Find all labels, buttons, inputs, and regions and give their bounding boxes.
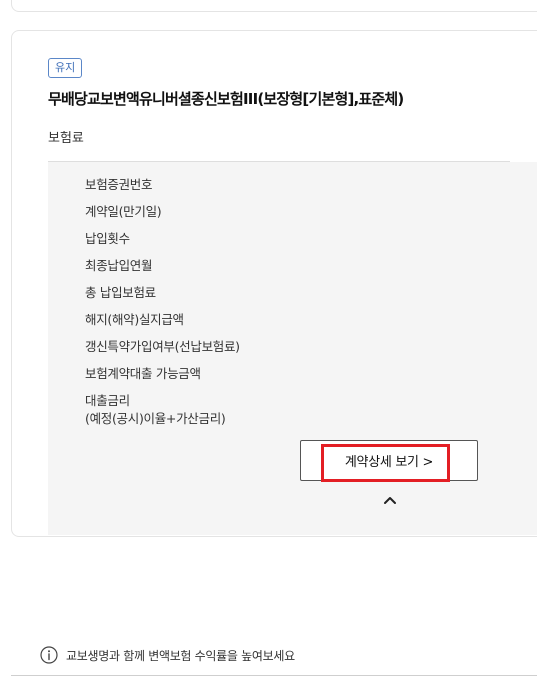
chevron-up-icon (384, 497, 396, 504)
detail-surrender-value: 해지(해약)실지급액 (85, 312, 184, 327)
detail-policy-number: 보험증권번호 (85, 177, 153, 192)
collapse-toggle[interactable] (380, 492, 400, 508)
notice-bar: 교보생명과 함께 변액보험 수익률을 높여보세요 (40, 646, 295, 664)
detail-contract-date: 계약일(만기일) (85, 204, 162, 219)
detail-total-premium: 총 납입보험료 (85, 285, 156, 300)
contract-detail-button[interactable]: 계약상세 보기 > (300, 440, 478, 481)
detail-loan-rate: 대출금리 (예정(공시)이율+가산금리) (85, 392, 240, 428)
info-circle-icon (40, 646, 58, 664)
previous-policy-card (11, 0, 537, 12)
detail-last-payment-month: 최종납입연월 (85, 258, 153, 273)
product-name[interactable]: 무배당교보변액유니버셜종신보험III(보장형[기본형],표준체) (48, 88, 404, 109)
detail-renewal-rider: 갱신특약가입여부(선납보험료) (85, 339, 240, 354)
policy-detail-list: 보험증권번호 계약일(만기일) 납입횟수 최종납입연월 총 납입보험료 해지(해… (85, 176, 240, 428)
contract-detail-button-label: 계약상세 보기 > (344, 455, 434, 470)
loan-rate-label: 대출금리 (85, 393, 130, 408)
loan-rate-note: (예정(공시)이율+가산금리) (85, 411, 226, 426)
premium-label: 보험료 (48, 131, 84, 146)
policy-detail-panel: 보험증권번호 계약일(만기일) 납입횟수 최종납입연월 총 납입보험료 해지(해… (48, 162, 537, 535)
notice-text: 교보생명과 함께 변액보험 수익률을 높여보세요 (66, 648, 295, 663)
policy-card: 유지 무배당교보변액유니버셜종신보험III(보장형[기본형],표준체) 보험료 … (11, 30, 537, 537)
status-badge: 유지 (48, 58, 83, 78)
detail-payment-count: 납입횟수 (85, 231, 130, 246)
detail-loan-available: 보험계약대출 가능금액 (85, 366, 201, 381)
bottom-divider (11, 675, 537, 676)
